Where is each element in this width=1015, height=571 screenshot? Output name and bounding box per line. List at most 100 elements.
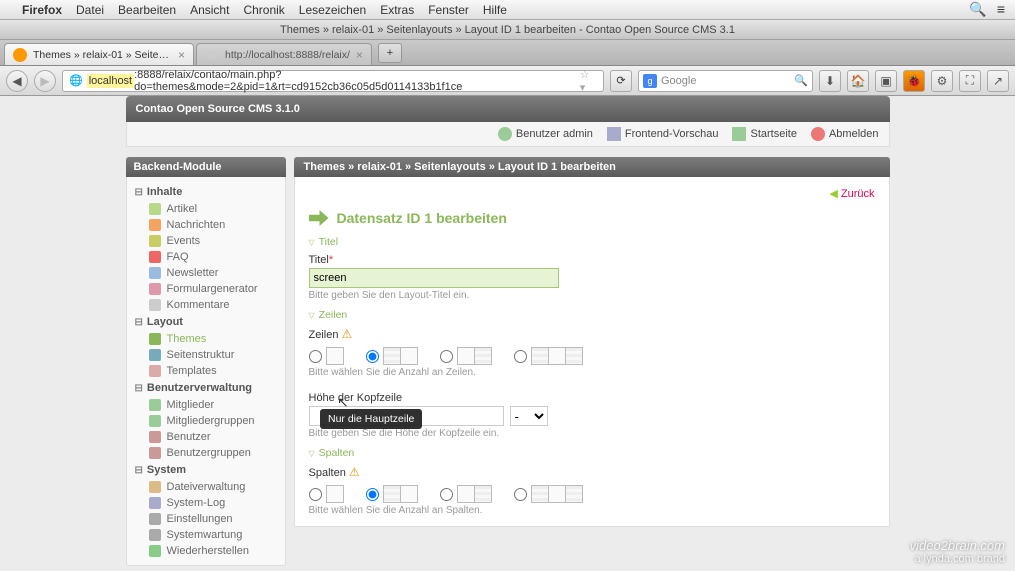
zeilen-opt-3[interactable] [440, 347, 492, 365]
label-spalten: Spalten ⚠ [309, 465, 875, 479]
browser-tabbar: Themes » relaix-01 » Seitenlay… × http:/… [0, 40, 1015, 66]
menu-extras[interactable]: Extras [380, 3, 414, 17]
spalten-opt-3[interactable] [440, 485, 492, 503]
spotlight-icon[interactable]: 🔍 [969, 1, 986, 18]
back-button[interactable]: ◀ [6, 70, 28, 92]
sidebar-group-benutzerverwaltung[interactable]: Benutzerverwaltung [131, 379, 281, 397]
sidebar-item-nachrichten[interactable]: Nachrichten [131, 217, 281, 233]
module-icon [149, 235, 161, 247]
logout-icon [811, 127, 825, 141]
tab-close-icon[interactable]: × [356, 48, 363, 62]
spalten-opt-2[interactable] [366, 485, 418, 503]
sidebar-item-faq[interactable]: FAQ [131, 249, 281, 265]
module-icon [149, 513, 161, 525]
sidebar-item-mitgliedergruppen[interactable]: Mitgliedergruppen [131, 413, 281, 429]
sidebar-group-layout[interactable]: Layout [131, 313, 281, 331]
home-link[interactable]: Startseite [732, 127, 796, 141]
sidebar-item-label: Nachrichten [167, 219, 226, 231]
help-spalten: Bitte wählen Sie die Anzahl an Spalten. [309, 505, 875, 516]
user-link[interactable]: Benutzer admin [498, 127, 593, 141]
url-host: localhost [87, 74, 134, 88]
spalten-opt-4[interactable] [514, 485, 583, 503]
tooltip: Nur die Hauptzeile [320, 409, 422, 429]
sidebar-group-system[interactable]: System [131, 461, 281, 479]
title-input[interactable] [309, 268, 559, 288]
page-content: Contao Open Source CMS 3.1.0 Benutzer ad… [0, 96, 1015, 571]
menu-bearbeiten[interactable]: Bearbeiten [118, 3, 176, 17]
favicon-icon [13, 48, 27, 62]
menu-app-name[interactable]: Firefox [22, 3, 62, 17]
preview-link[interactable]: Frontend-Vorschau [607, 127, 719, 141]
settings-button[interactable]: ⚙ [931, 70, 953, 92]
sidebar-item-newsletter[interactable]: Newsletter [131, 265, 281, 281]
google-icon: g [643, 74, 657, 88]
header-height-unit[interactable]: - [510, 406, 548, 426]
back-link[interactable]: ◀ Zurück [829, 188, 874, 200]
urlbar: ◀ ▶ 🌐 localhost:8888/relaix/contao/main.… [0, 66, 1015, 96]
new-tab-button[interactable]: + [378, 43, 402, 63]
sidebar-item-formulargenerator[interactable]: Formulargenerator [131, 281, 281, 297]
zeilen-opt-4[interactable] [514, 347, 583, 365]
sidebar-item-systemwartung[interactable]: Systemwartung [131, 527, 281, 543]
menu-lesezeichen[interactable]: Lesezeichen [299, 3, 366, 17]
tab-active[interactable]: Themes » relaix-01 » Seitenlay… × [4, 43, 194, 65]
sidebar-item-label: System-Log [167, 497, 226, 509]
module-icon [149, 447, 161, 459]
sidebar-item-dateiverwaltung[interactable]: Dateiverwaltung [131, 479, 281, 495]
sidebar-item-seitenstruktur[interactable]: Seitenstruktur [131, 347, 281, 363]
sidebar-item-label: Seitenstruktur [167, 349, 235, 361]
sidebar-item-benutzergruppen[interactable]: Benutzergruppen [131, 445, 281, 461]
sidebar-item-mitglieder[interactable]: Mitglieder [131, 397, 281, 413]
favicon-icon [205, 48, 219, 62]
menubar-list-icon[interactable]: ≡ [997, 1, 1005, 18]
sidebar-item-templates[interactable]: Templates [131, 363, 281, 379]
search-input[interactable]: g Google 🔍 [638, 70, 813, 92]
bookmark-star-icon[interactable]: ☆ ▾ [580, 68, 597, 94]
pocket-button[interactable]: ▣ [875, 70, 897, 92]
menu-fenster[interactable]: Fenster [428, 3, 469, 17]
menu-chronik[interactable]: Chronik [243, 3, 284, 17]
logout-link[interactable]: Abmelden [811, 127, 879, 141]
forward-button[interactable]: ▶ [34, 70, 56, 92]
home-button[interactable]: 🏠 [847, 70, 869, 92]
help-kopfzeile: Bitte geben Sie die Höhe der Kopfzeile e… [309, 428, 875, 439]
sidebar-item-label: Dateiverwaltung [167, 481, 246, 493]
menu-hilfe[interactable]: Hilfe [483, 3, 507, 17]
sidebar-item-kommentare[interactable]: Kommentare [131, 297, 281, 313]
module-icon [149, 219, 161, 231]
url-input[interactable]: 🌐 localhost:8888/relaix/contao/main.php?… [62, 70, 604, 92]
sidebar-item-label: Einstellungen [167, 513, 233, 525]
reload-button[interactable]: ⟳ [610, 70, 632, 92]
spalten-opt-1[interactable] [309, 485, 344, 503]
module-icon [149, 349, 161, 361]
sidebar-item-themes[interactable]: Themes [131, 331, 281, 347]
tab-close-icon[interactable]: × [178, 48, 185, 62]
sidebar-item-artikel[interactable]: Artikel [131, 201, 281, 217]
sidebar-item-label: Formulargenerator [167, 283, 258, 295]
zeilen-opt-1[interactable] [309, 347, 344, 365]
sidebar-item-events[interactable]: Events [131, 233, 281, 249]
home-icon [732, 127, 746, 141]
sidebar: Backend-Module InhalteArtikelNachrichten… [126, 157, 286, 566]
tab-inactive[interactable]: http://localhost:8888/relaix/ × [196, 43, 372, 65]
sidebar-item-label: Templates [167, 365, 217, 377]
sidebar-item-einstellungen[interactable]: Einstellungen [131, 511, 281, 527]
sidebar-item-system-log[interactable]: System-Log [131, 495, 281, 511]
download-button[interactable]: ⬇ [819, 70, 841, 92]
sidebar-item-benutzer[interactable]: Benutzer [131, 429, 281, 445]
zeilen-opt-2[interactable] [366, 347, 418, 365]
cms-header: Contao Open Source CMS 3.1.0 [126, 96, 890, 122]
more-button[interactable]: ↗ [987, 70, 1009, 92]
firebug-button[interactable]: 🐞 [903, 70, 925, 92]
sidebar-item-wiederherstellen[interactable]: Wiederherstellen [131, 543, 281, 559]
module-icon [149, 333, 161, 345]
legend-zeilen[interactable]: Zeilen [309, 309, 875, 321]
legend-spalten[interactable]: Spalten [309, 447, 875, 459]
module-icon [149, 283, 161, 295]
menu-datei[interactable]: Datei [76, 3, 104, 17]
module-icon [149, 267, 161, 279]
legend-titel[interactable]: Titel [309, 236, 875, 248]
sidebar-group-inhalte[interactable]: Inhalte [131, 183, 281, 201]
fullscreen-button[interactable]: ⛶ [959, 70, 981, 92]
menu-ansicht[interactable]: Ansicht [190, 3, 229, 17]
